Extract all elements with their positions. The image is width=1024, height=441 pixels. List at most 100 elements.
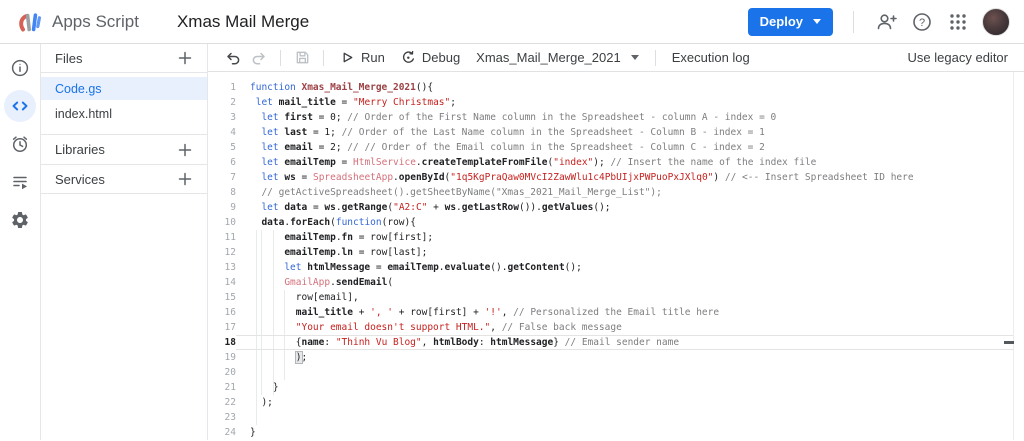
- add-collaborator-icon[interactable]: [868, 4, 904, 40]
- project-title[interactable]: Xmas Mail Merge: [177, 12, 309, 32]
- sidebar-item-settings[interactable]: [4, 204, 36, 236]
- file-name: Code.gs: [55, 81, 102, 96]
- code-line[interactable]: 10 data.forEach(function(row){: [208, 215, 1024, 230]
- toolbar-divider: [323, 49, 324, 66]
- services-section: Services: [41, 164, 207, 194]
- line-number: 20: [224, 367, 236, 378]
- function-selector-dropdown[interactable]: Xmas_Mail_Merge_2021: [468, 46, 647, 70]
- code-lines: 1 function Xmas_Mail_Merge_2021(){2 let m…: [208, 80, 1024, 440]
- code-line[interactable]: 12 emailTemp.ln = row[last];: [208, 245, 1024, 260]
- code-line[interactable]: 13 let htmlMessage = emailTemp.evaluate(…: [208, 260, 1024, 275]
- sidebar-item-triggers[interactable]: [4, 128, 36, 160]
- line-number: 1: [230, 82, 236, 93]
- code-line[interactable]: 15 row[email],: [208, 290, 1024, 305]
- code-editor[interactable]: 1 function Xmas_Mail_Merge_2021(){2 let m…: [208, 72, 1024, 440]
- line-number: 2: [230, 97, 236, 108]
- files-panel: Files Code.gs index.html Libraries Servi…: [41, 44, 208, 440]
- line-number: 13: [224, 262, 236, 273]
- help-icon[interactable]: ?: [904, 4, 940, 40]
- line-number: 4: [230, 127, 236, 138]
- code-line[interactable]: 2 let mail_title = "Merry Christmas";: [208, 95, 1024, 110]
- line-number: 19: [224, 352, 236, 363]
- code-line[interactable]: 20: [208, 365, 1024, 380]
- code-line[interactable]: 7 let ws = SpreadsheetApp.openById("1q5K…: [208, 170, 1024, 185]
- add-service-button[interactable]: [175, 169, 195, 189]
- line-number: 7: [230, 172, 236, 183]
- left-rail: [0, 44, 41, 440]
- line-number: 24: [224, 427, 236, 438]
- services-label: Services: [55, 171, 105, 187]
- app-header: Apps Script Xmas Mail Merge Deploy ?: [0, 0, 1024, 44]
- dropdown-caret-icon: [630, 55, 639, 60]
- code-line[interactable]: 22 );: [208, 395, 1024, 410]
- run-button[interactable]: Run: [332, 46, 393, 70]
- line-number: 8: [230, 187, 236, 198]
- execution-log-label: Execution log: [671, 50, 750, 65]
- libraries-label: Libraries: [55, 142, 105, 157]
- line-number: 16: [224, 307, 236, 318]
- apps-script-logo-icon[interactable]: [16, 9, 42, 35]
- line-number: 9: [230, 202, 236, 213]
- line-number: 23: [224, 412, 236, 423]
- code-line[interactable]: 23: [208, 410, 1024, 425]
- line-number: 14: [224, 277, 236, 288]
- google-apps-grid-icon[interactable]: [940, 4, 976, 40]
- code-line[interactable]: 21 }: [208, 380, 1024, 395]
- user-avatar[interactable]: [982, 7, 1010, 36]
- line-number: 5: [230, 142, 236, 153]
- code-line[interactable]: 5 let email = 2; // // Order of the Emai…: [208, 140, 1024, 155]
- toolbar-divider: [280, 49, 281, 66]
- line-number: 17: [224, 322, 236, 333]
- deploy-caret-icon: [813, 19, 821, 24]
- line-number: 6: [230, 157, 236, 168]
- editor-column: Run Debug Xmas_Mail_Merge_2021 Execution…: [208, 44, 1024, 440]
- toolbar-divider: [654, 49, 656, 66]
- execution-log-button[interactable]: Execution log: [664, 46, 758, 70]
- add-file-button[interactable]: [175, 48, 195, 68]
- code-line[interactable]: 16 mail_title + ', ' + row[first] + '!',…: [208, 305, 1024, 320]
- selected-function-name: Xmas_Mail_Merge_2021: [476, 50, 621, 65]
- code-line[interactable]: 14 GmailApp.sendEmail(: [208, 275, 1024, 290]
- deploy-button[interactable]: Deploy: [747, 7, 833, 36]
- svg-text:?: ?: [919, 17, 925, 29]
- code-line[interactable]: 3 let first = 0; // Order of the First N…: [208, 110, 1024, 125]
- code-line[interactable]: 6 let emailTemp = HtmlService.createTemp…: [208, 155, 1024, 170]
- deploy-label: Deploy: [759, 14, 803, 29]
- debug-button[interactable]: Debug: [393, 46, 468, 70]
- product-name[interactable]: Apps Script: [52, 12, 139, 32]
- line-number: 18: [224, 337, 236, 348]
- sidebar-item-overview[interactable]: [4, 52, 36, 84]
- file-item-code-gs[interactable]: Code.gs: [41, 77, 207, 100]
- code-line[interactable]: 17 "Your email doesn't support HTML.", /…: [208, 320, 1024, 335]
- redo-button[interactable]: [246, 46, 272, 70]
- run-label: Run: [361, 50, 385, 65]
- code-line[interactable]: 4 let last = 1; // Order of the Last Nam…: [208, 125, 1024, 140]
- line-number: 3: [230, 112, 236, 123]
- code-line[interactable]: 1 function Xmas_Mail_Merge_2021(){: [208, 80, 1024, 95]
- code-line[interactable]: 18 {name: "Thinh Vu Blog", htmlBody: htm…: [208, 335, 1024, 350]
- undo-button[interactable]: [220, 46, 246, 70]
- line-number: 10: [224, 217, 236, 228]
- code-line[interactable]: 11 emailTemp.fn = row[first];: [208, 230, 1024, 245]
- line-number: 21: [224, 382, 236, 393]
- save-button[interactable]: [289, 46, 315, 70]
- editor-toolbar: Run Debug Xmas_Mail_Merge_2021 Execution…: [208, 44, 1024, 72]
- sidebar-item-executions[interactable]: [4, 166, 36, 198]
- overview-ruler[interactable]: [1004, 72, 1014, 440]
- code-line[interactable]: 19 );: [208, 350, 1024, 365]
- sidebar-item-editor[interactable]: [4, 90, 36, 122]
- file-name: index.html: [55, 106, 112, 121]
- code-line[interactable]: 8 // getActiveSpreadsheet().getSheetByNa…: [208, 185, 1024, 200]
- use-legacy-editor-link[interactable]: Use legacy editor: [908, 50, 1008, 65]
- files-header-label: Files: [55, 50, 83, 66]
- line-number: 22: [224, 397, 236, 408]
- code-line[interactable]: 9 let data = ws.getRange("A2:C" + ws.get…: [208, 200, 1024, 215]
- libraries-section: Libraries: [41, 134, 207, 164]
- code-line[interactable]: 24}: [208, 425, 1024, 440]
- file-item-index-html[interactable]: index.html: [41, 102, 207, 125]
- header-divider: [853, 10, 854, 33]
- line-number: 11: [224, 232, 236, 243]
- line-number: 12: [224, 247, 236, 258]
- add-library-button[interactable]: [175, 140, 195, 160]
- debug-label: Debug: [421, 50, 461, 65]
